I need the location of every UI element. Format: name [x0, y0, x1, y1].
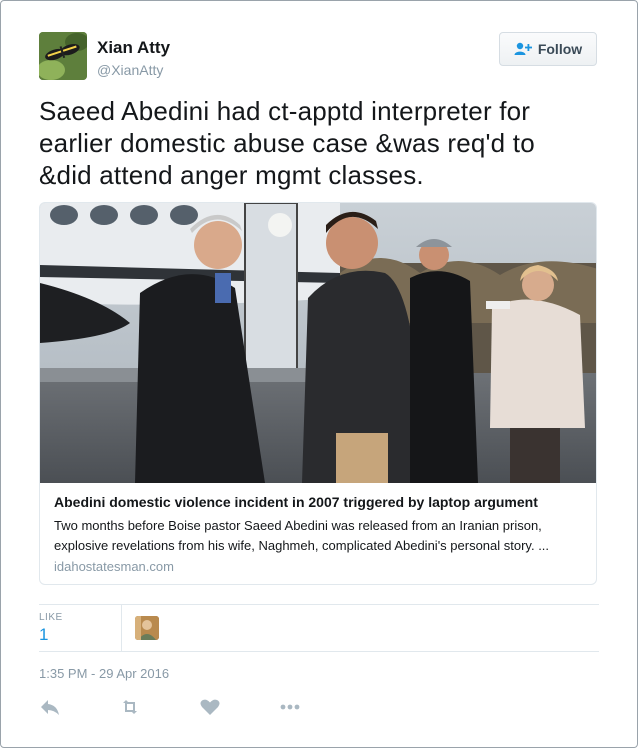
card-description: Two months before Boise pastor Saeed Abe…: [54, 516, 586, 556]
tweet-text: Saeed Abedini had ct-apptd interpreter f…: [39, 95, 599, 191]
tweet-text-line: Saeed Abedini had ct-apptd interpreter f…: [39, 96, 531, 126]
stats-divider-bottom: [39, 651, 599, 652]
author-display-name[interactable]: Xian Atty: [97, 38, 170, 58]
follow-user-icon: [514, 42, 532, 55]
card-photo: [40, 203, 596, 483]
follow-button[interactable]: Follow: [499, 32, 597, 66]
card-description-line: Two months before Boise pastor Saeed Abe…: [54, 518, 542, 533]
tweet-text-line: earlier domestic abuse case &was req'd t…: [39, 128, 535, 158]
link-card[interactable]: Abedini domestic violence incident in 20…: [39, 202, 597, 585]
tweet-timestamp[interactable]: 1:35 PM - 29 Apr 2016: [39, 666, 169, 681]
card-domain: idahostatesman.com: [54, 559, 174, 574]
tweet-container: Xian Atty @XianAtty Follow Saeed Abedini…: [0, 0, 638, 748]
heart-icon[interactable]: [199, 697, 221, 717]
author-avatar[interactable]: [39, 32, 87, 80]
stats-vertical-divider: [121, 605, 122, 651]
retweet-icon[interactable]: [119, 697, 141, 717]
liker-avatar[interactable]: [135, 616, 159, 640]
tweet-text-line: &did attend anger mgmt classes.: [39, 160, 424, 190]
butterfly-avatar-image: [39, 32, 87, 80]
card-description-line: explosive revelations from his wife, Nag…: [54, 538, 550, 553]
reply-icon[interactable]: [39, 697, 61, 717]
card-title: Abedini domestic violence incident in 20…: [54, 494, 538, 510]
liker-avatar-image: [135, 616, 159, 640]
follow-button-label: Follow: [537, 41, 583, 57]
likes-label: LIKE: [39, 612, 63, 623]
more-icon[interactable]: [279, 697, 301, 717]
likes-count[interactable]: 1: [39, 625, 48, 645]
stats-divider-top: [39, 604, 599, 605]
author-screen-name[interactable]: @XianAtty: [97, 62, 163, 78]
